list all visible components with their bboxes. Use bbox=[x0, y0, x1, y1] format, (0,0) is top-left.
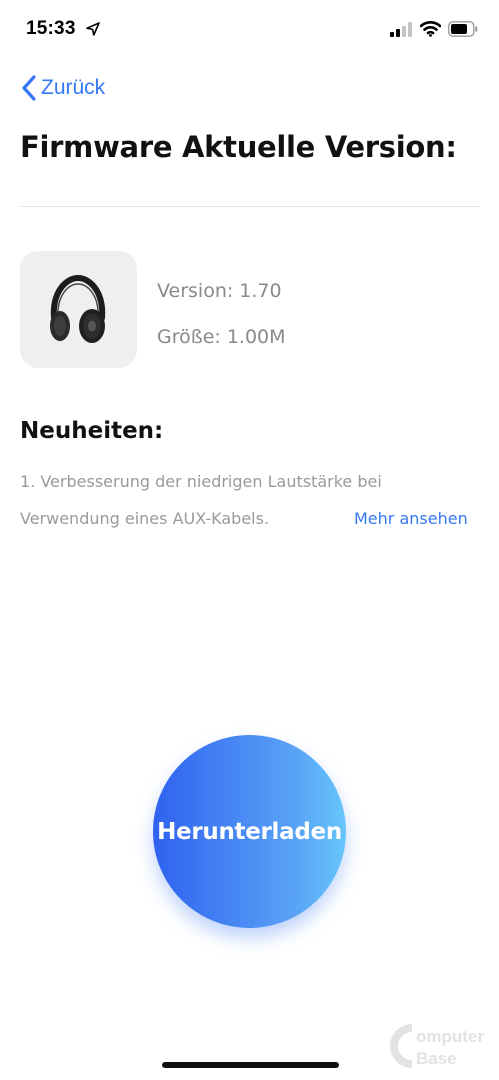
firmware-version: Version: 1.70 bbox=[157, 280, 282, 302]
show-more-link[interactable]: Mehr ansehen bbox=[354, 509, 468, 528]
location-arrow-icon bbox=[86, 22, 100, 36]
release-notes-line: 1. Verbesserung der niedrigen Lautstärke… bbox=[20, 472, 382, 491]
chevron-left-icon bbox=[22, 75, 36, 101]
svg-text:omputer: omputer bbox=[416, 1027, 484, 1046]
battery-icon bbox=[448, 21, 478, 37]
svg-text:Base: Base bbox=[416, 1049, 457, 1068]
release-notes-line: Verwendung eines AUX-Kabels. bbox=[20, 509, 270, 528]
firmware-size: Größe: 1.00M bbox=[157, 326, 286, 348]
watermark-logo: omputer Base bbox=[390, 1024, 484, 1068]
headphones-icon bbox=[50, 274, 106, 343]
home-indicator bbox=[162, 1062, 339, 1068]
wifi-icon bbox=[420, 21, 441, 37]
status-time: 15:33 bbox=[26, 18, 76, 39]
page-title: Firmware Aktuelle Version: bbox=[20, 130, 457, 164]
back-label: Zurück bbox=[41, 76, 106, 99]
back-button[interactable]: Zurück bbox=[20, 72, 105, 104]
status-bar: 15:33 bbox=[0, 0, 499, 60]
title-divider bbox=[20, 206, 479, 207]
product-image bbox=[20, 251, 137, 368]
cellular-signal-icon bbox=[390, 22, 412, 37]
download-button[interactable]: Herunterladen bbox=[153, 735, 346, 928]
download-button-label: Herunterladen bbox=[157, 818, 342, 845]
release-notes-heading: Neuheiten: bbox=[20, 418, 164, 444]
